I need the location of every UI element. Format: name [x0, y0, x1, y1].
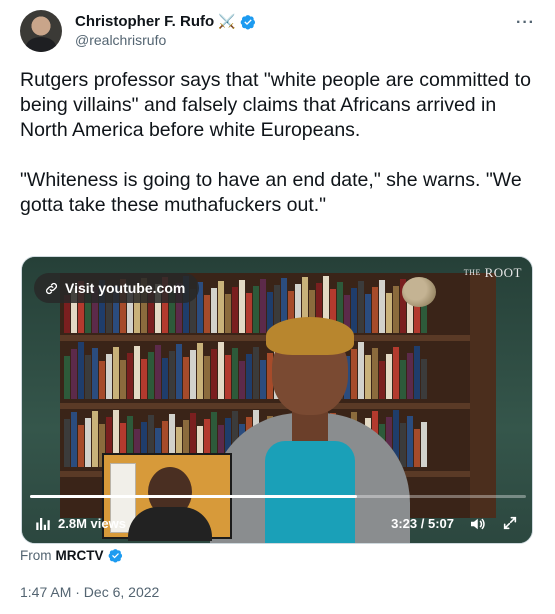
tweet-text: Rutgers professor says that "white peopl… — [20, 69, 531, 216]
visit-youtube-link[interactable]: Visit youtube.com — [34, 273, 200, 303]
avatar[interactable] — [20, 10, 62, 52]
video-controls: 2.8M views 3:23 / 5:07 — [22, 509, 532, 539]
video-progress-bar[interactable] — [30, 495, 526, 498]
crossed-swords-emoji: ⚔️ — [218, 13, 236, 29]
from-label: From — [20, 548, 52, 563]
more-icon[interactable]: ··· — [516, 14, 535, 32]
view-count: 2.8M views — [58, 516, 126, 531]
views-icon — [36, 518, 50, 530]
link-icon — [46, 282, 57, 294]
fullscreen-icon[interactable] — [502, 515, 518, 531]
tweet-timestamp[interactable]: 1:47 AM · Dec 6, 2022 — [20, 584, 159, 600]
author-name[interactable]: Christopher F. Rufo — [75, 13, 214, 30]
volume-icon[interactable] — [468, 515, 486, 533]
video-time: 3:23 / 5:07 — [391, 516, 454, 531]
the-root-logo: THE ROOT — [463, 265, 522, 280]
author-handle[interactable]: @realchrisrufo — [75, 32, 166, 48]
verified-icon — [108, 549, 122, 563]
video-progress-fill — [30, 495, 358, 498]
source-name[interactable]: MRCTV — [56, 548, 104, 563]
verified-icon — [240, 14, 255, 29]
media-source-row: From MRCTV — [20, 548, 123, 563]
visit-link-label: Visit youtube.com — [65, 280, 186, 296]
author-name-row: Christopher F. Rufo ⚔️ — [75, 13, 256, 30]
video-player[interactable]: THE ROOT Visit youtube.com 2.8M views 3:… — [21, 256, 533, 544]
video-scene — [60, 273, 496, 543]
tweet-header: Christopher F. Rufo ⚔️ @realchrisrufo ··… — [20, 10, 535, 54]
